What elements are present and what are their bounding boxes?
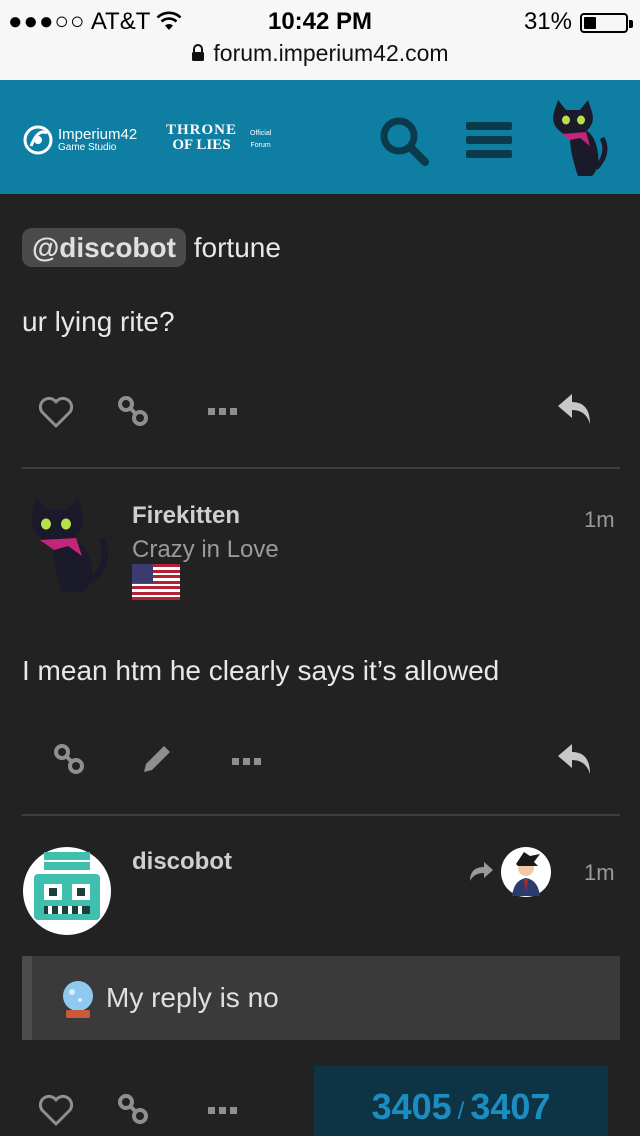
address-bar[interactable]: forum.imperium42.com (0, 40, 640, 68)
link-icon[interactable] (116, 1092, 150, 1131)
post-3-username[interactable]: discobot (132, 848, 232, 876)
ios-status-bar: ●●●○○ AT&T 10:42 PM 31% forum.imperium42… (0, 0, 640, 80)
battery-percent: 31% (523, 8, 572, 35)
post-3-time[interactable]: 1m (584, 860, 615, 886)
post-2-time[interactable]: 1m (584, 507, 615, 533)
site-header: Imperium42 Game Studio THRONE OF LIES Of… (0, 80, 640, 194)
post-2-user-title: Crazy in Love (132, 536, 279, 563)
post-1-command: fortune (185, 232, 281, 263)
us-flag-icon (132, 564, 180, 605)
official-label: Official (250, 130, 272, 137)
like-icon[interactable] (38, 396, 74, 433)
game-title-line2: OF LIES (172, 137, 231, 153)
search-icon[interactable] (378, 115, 430, 172)
reply-to-avatar[interactable] (500, 846, 552, 903)
more-icon[interactable] (208, 1103, 238, 1121)
firekitten-avatar[interactable] (22, 494, 112, 599)
like-icon[interactable] (38, 1094, 74, 1131)
post-divider (22, 467, 620, 469)
imperium42-logo-icon (23, 125, 53, 155)
post-1-body-line1: @discobot fortune (22, 228, 281, 267)
progress-separator: / (457, 1098, 465, 1125)
battery-icon (580, 13, 633, 33)
forum-label: Forum (250, 142, 271, 149)
mention-link[interactable]: @discobot (22, 228, 186, 267)
fortune-text: My reply is no (106, 982, 279, 1013)
battery-fill (584, 17, 596, 29)
hamburger-menu-icon[interactable] (466, 120, 512, 165)
studio-name: Imperium42 (58, 126, 138, 143)
post-2-body: I mean htm he clearly says it’s allowed (22, 655, 500, 686)
post-divider (22, 814, 620, 816)
throne-of-lies-logo[interactable]: THRONE OF LIES (166, 122, 237, 154)
post-1-body: ur lying rite? (22, 306, 175, 337)
more-icon[interactable] (232, 754, 262, 772)
reply-icon[interactable] (556, 392, 594, 431)
more-icon[interactable] (208, 404, 238, 422)
imperium42-logo[interactable]: Imperium42 Game Studio (22, 124, 137, 161)
topic-progress[interactable]: 3405/3407 (314, 1066, 608, 1136)
link-icon[interactable] (116, 394, 150, 433)
progress-numbers: 3405/3407 (314, 1086, 608, 1128)
lock-icon (191, 41, 205, 68)
post-2-username[interactable]: Firekitten (132, 502, 240, 530)
progress-current: 3405 (371, 1086, 452, 1127)
official-forum-label: Official Forum (250, 128, 271, 152)
edit-icon[interactable] (140, 742, 174, 781)
studio-subtitle: Game Studio (58, 142, 117, 153)
user-avatar[interactable] (540, 98, 610, 183)
url-text: forum.imperium42.com (213, 40, 449, 66)
link-icon[interactable] (52, 742, 86, 781)
progress-total: 3407 (470, 1086, 551, 1127)
reply-to-arrow-icon (468, 860, 494, 887)
discobot-avatar[interactable] (22, 846, 112, 941)
fortune-quote: My reply is no (22, 956, 620, 1040)
reply-icon[interactable] (556, 742, 594, 781)
crystal-ball-icon (60, 980, 96, 1025)
